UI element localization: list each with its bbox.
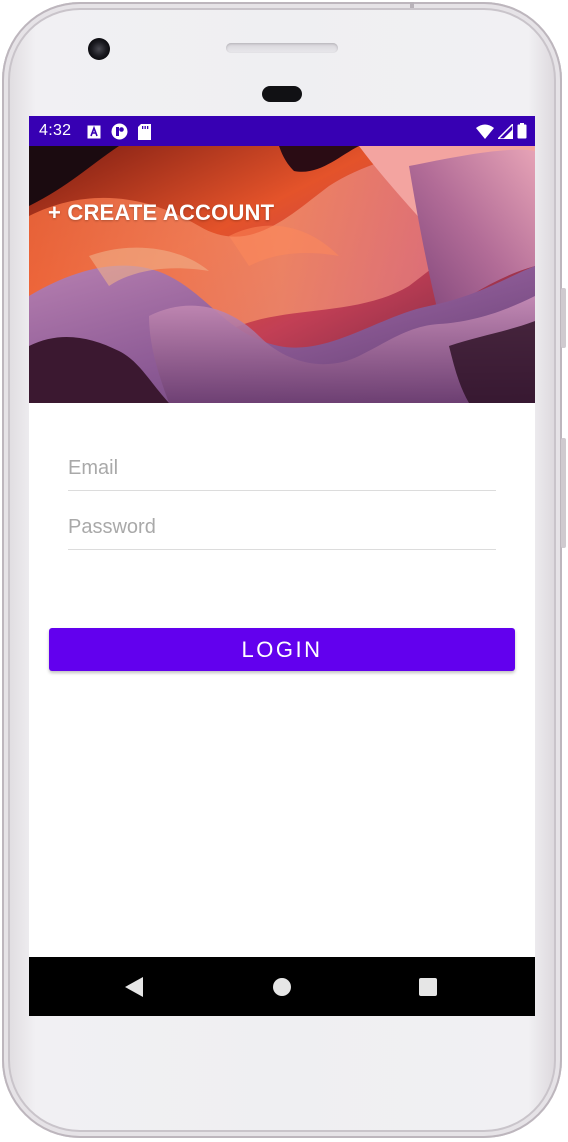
sd-card-icon <box>138 123 151 145</box>
home-button[interactable] <box>252 957 312 1016</box>
home-icon <box>273 977 291 996</box>
email-field[interactable] <box>68 446 496 490</box>
recents-button[interactable] <box>398 957 458 1016</box>
back-button[interactable] <box>104 957 164 1016</box>
power-button <box>561 288 566 348</box>
proximity-sensor <box>262 86 302 102</box>
front-camera <box>88 38 110 60</box>
header-image: + CREATE ACCOUNT <box>29 146 535 403</box>
status-bar: 4:32 <box>29 116 535 146</box>
font-a-icon <box>87 125 101 144</box>
recents-icon <box>419 977 437 996</box>
status-time: 4:32 <box>39 122 72 139</box>
password-field-container <box>68 505 496 550</box>
canyon-photo <box>29 146 535 403</box>
create-account-button[interactable]: + CREATE ACCOUNT <box>48 200 274 226</box>
status-right-icons <box>476 121 527 144</box>
screen: 4:32 + CREATE ACCOUNT Email LOGIN <box>29 116 535 1016</box>
battery-icon <box>517 123 527 144</box>
signal-icon <box>496 121 514 144</box>
volume-button <box>561 438 566 548</box>
frame-seam <box>410 2 414 8</box>
back-icon <box>125 976 143 997</box>
email-field-container <box>68 446 496 491</box>
status-left-icons <box>87 123 151 145</box>
notification-app-icon <box>111 123 128 145</box>
password-field[interactable] <box>68 505 496 549</box>
navigation-bar <box>29 957 535 1016</box>
earpiece-speaker <box>226 43 338 53</box>
login-button[interactable]: LOGIN <box>49 628 515 671</box>
phone-frame: 4:32 + CREATE ACCOUNT Email LOGIN <box>2 2 566 1138</box>
wifi-icon <box>476 124 494 144</box>
